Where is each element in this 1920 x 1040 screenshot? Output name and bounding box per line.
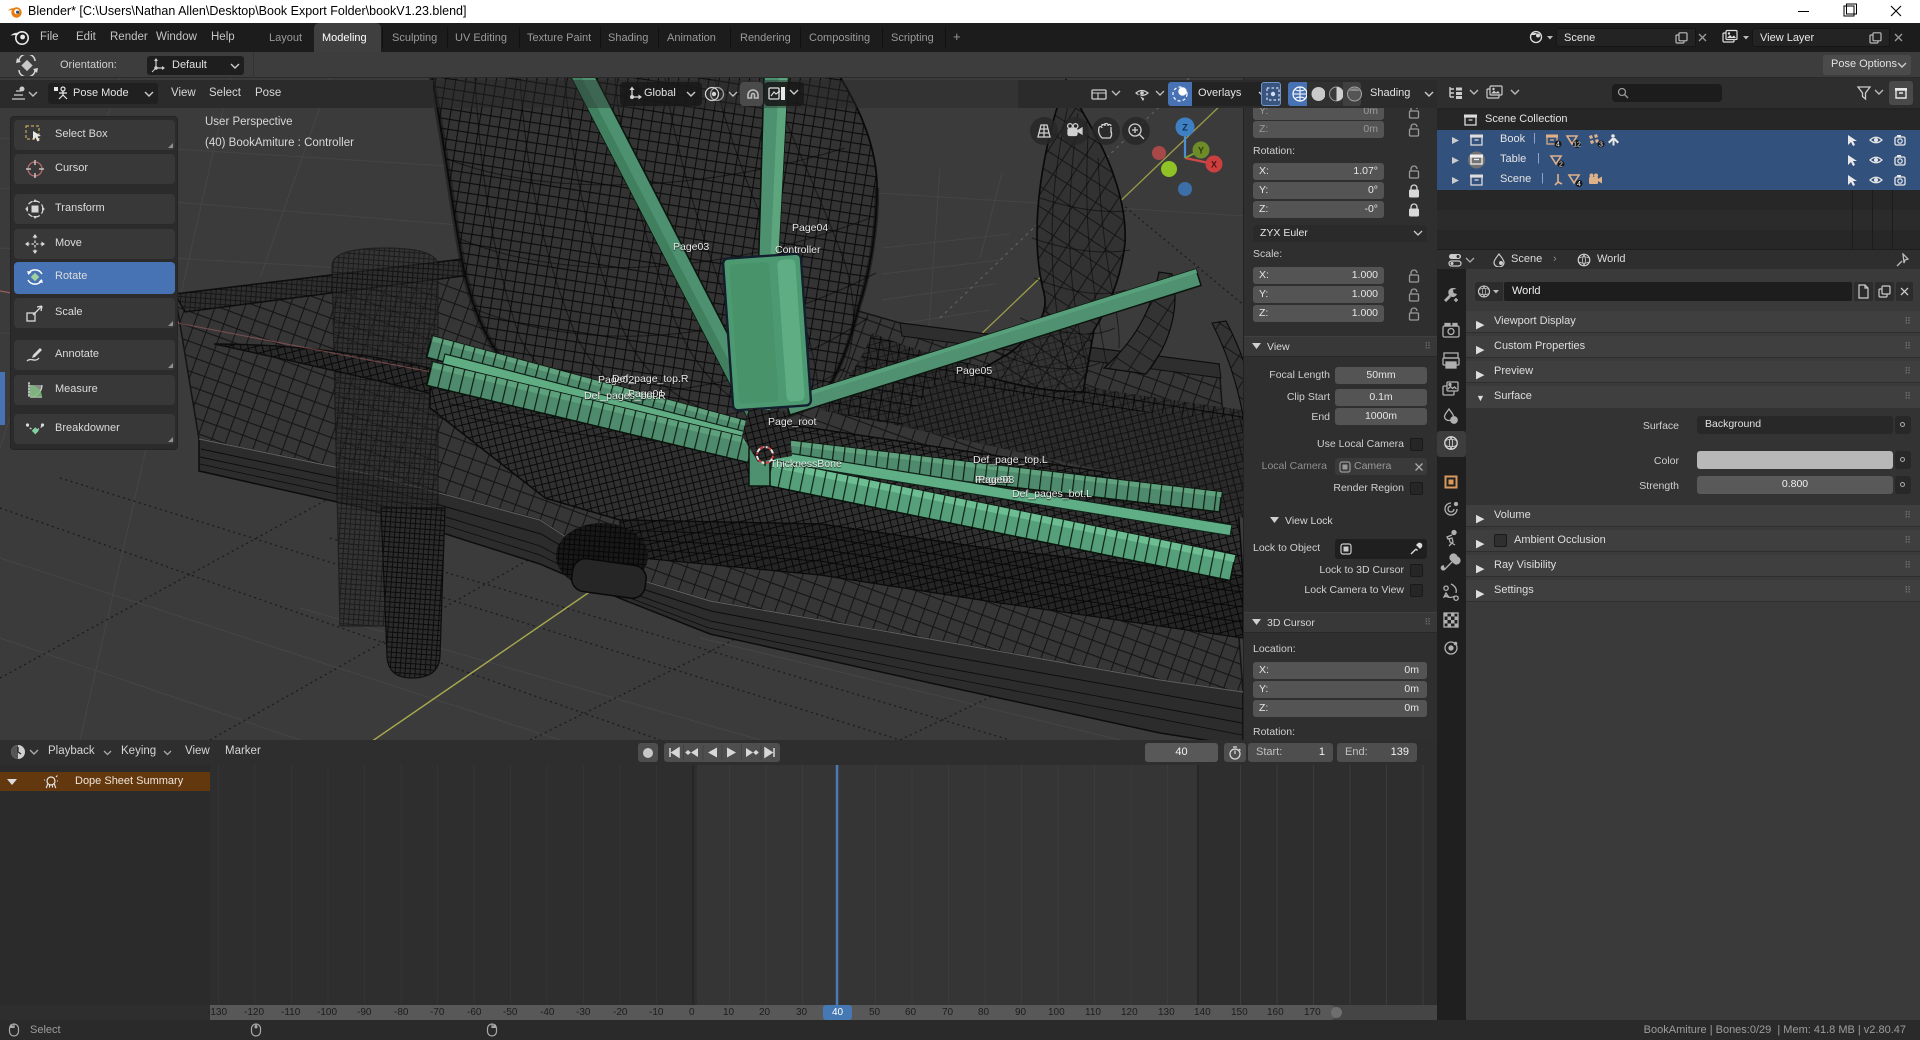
svg-text:2: 2: [1559, 162, 1563, 169]
svg-text:4: 4: [1556, 142, 1560, 149]
svg-text:3: 3: [1599, 142, 1603, 149]
svg-text:X: X: [1211, 160, 1217, 170]
svg-text:Z: Z: [1182, 123, 1188, 133]
svg-text:Y: Y: [1198, 146, 1204, 156]
svg-text:4: 4: [1577, 181, 1581, 188]
svg-text:12: 12: [1573, 142, 1581, 149]
